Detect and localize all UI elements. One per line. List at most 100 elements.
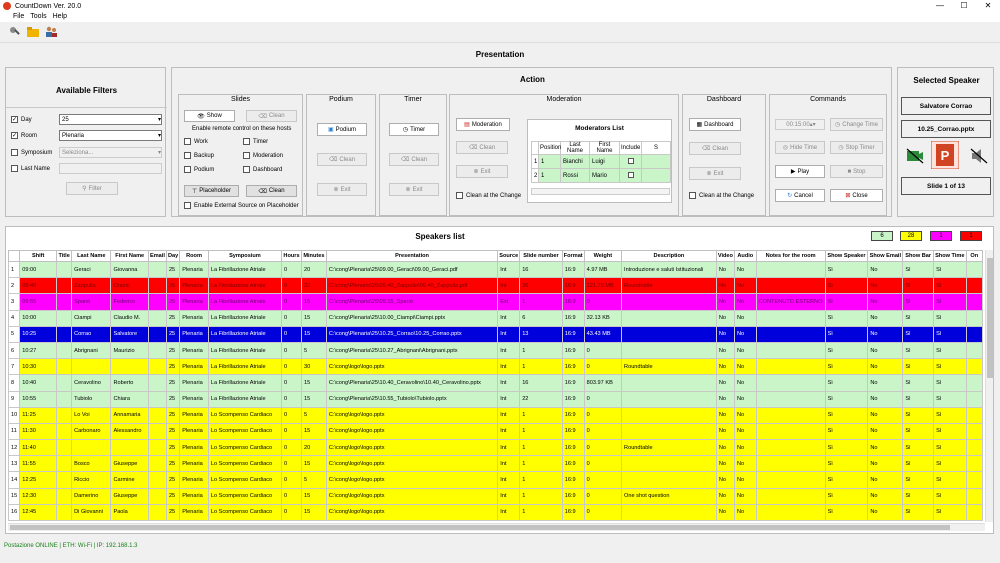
column-header[interactable]: First Name <box>110 250 149 262</box>
column-header[interactable]: Show Speaker <box>824 250 869 262</box>
table-row[interactable]: 15 12:30 Damerino Giuseppe 25 Plenaria Lo Scom… <box>8 487 983 505</box>
day-checkbox[interactable]: ✓ Day <box>11 116 32 123</box>
dashboard-exit-button[interactable]: ⊗ Exit <box>689 167 741 180</box>
column-header[interactable]: Description <box>621 250 717 262</box>
host-timer-checkbox[interactable]: Timer <box>243 138 268 145</box>
slides-clean-button[interactable]: ⌫ Clean <box>246 110 297 122</box>
moderator-row[interactable]: 2 1 Rossi Mario <box>531 168 671 183</box>
table-row[interactable]: 10 11:25 Lo Voi Annamaria 25 Plenaria Lo Scomp… <box>8 406 983 424</box>
column-header[interactable]: Room <box>179 250 209 262</box>
maximize-button[interactable]: ☐ <box>952 0 976 12</box>
filter-button[interactable]: ⚲ Filter <box>66 182 118 195</box>
column-header[interactable]: Presentation <box>325 250 499 262</box>
column-header[interactable]: Format <box>561 250 585 262</box>
stop-button[interactable]: ■ Stop <box>830 165 883 178</box>
table-row[interactable]: 16 12:45 Di Giovanni Paola 25 Plenaria Lo Scom… <box>8 503 983 522</box>
menu-tools[interactable]: Tools <box>30 12 46 22</box>
column-header[interactable] <box>8 250 21 262</box>
moderators-scrollbar[interactable] <box>531 188 670 195</box>
symposium-checkbox[interactable]: Symposium <box>11 149 52 156</box>
table-row[interactable]: 5 10:25 Corrao Salvatore 25 Plenaria La Fibril… <box>8 325 983 343</box>
moderation-clean-change-checkbox[interactable]: Clean at the Change <box>456 192 521 199</box>
column-header[interactable]: Slide number <box>519 250 563 262</box>
host-work-checkbox[interactable]: Work <box>184 138 208 145</box>
column-header[interactable]: Hours <box>281 250 302 262</box>
podium-clean-button[interactable]: ⌫ Clean <box>317 153 367 166</box>
table-row[interactable]: 11 11:30 Carbonaro Alessandro 25 Plenaria Lo S… <box>8 422 983 441</box>
timer-clean-button[interactable]: ⌫ Clean <box>389 153 439 166</box>
table-row[interactable]: 7 10:30 25 Plenaria La Fibrillazione Atriale… <box>8 358 983 376</box>
dashboard-clean-change-checkbox[interactable]: Clean at the Change <box>689 192 754 199</box>
stop-timer-button[interactable]: ◷ Stop Timer <box>830 141 883 154</box>
cancel-button[interactable]: ↻ Cancel <box>775 189 825 202</box>
table-row[interactable]: 12 11:40 25 Plenaria Lo Scompenso Cardiaco 0 2… <box>8 439 983 457</box>
column-header[interactable]: Notes for the room <box>755 250 826 262</box>
table-row[interactable]: 3 09:55 Spanò Federico 25 Plenaria La Fibrilla… <box>8 293 983 311</box>
column-header[interactable]: Show Email <box>867 250 904 262</box>
table-row[interactable]: 13 11:55 Bosco Giuseppe 25 Plenaria Lo Scompen… <box>8 455 983 473</box>
column-header[interactable]: Audio <box>733 250 757 262</box>
host-moderation-checkbox[interactable]: Moderation <box>243 152 283 159</box>
menu-help[interactable]: Help <box>53 12 67 22</box>
column-header[interactable]: Source <box>497 250 521 262</box>
users-icon[interactable] <box>45 26 57 38</box>
column-header[interactable]: Weight <box>583 250 623 262</box>
host-dashboard-checkbox[interactable]: Dashboard <box>243 166 282 173</box>
menu-file[interactable]: File <box>13 12 24 22</box>
column-header[interactable]: Minutes <box>300 250 327 262</box>
moderators-column-header[interactable] <box>531 141 539 155</box>
hide-time-button[interactable]: ◎ Hide Time <box>775 141 825 154</box>
table-row[interactable]: 1 09:00 Geraci Giovanna 25 Plenaria La Fibrill… <box>8 260 983 279</box>
column-header[interactable]: Show Time <box>933 250 967 262</box>
table-row[interactable]: 6 10:27 Abrignani Maurizio 25 Plenaria La Fibr… <box>8 341 983 360</box>
host-backup-checkbox[interactable]: Backup <box>184 152 214 159</box>
dashboard-clean-button[interactable]: ⌫ Clean <box>689 142 741 155</box>
show-button[interactable]: 👁 Show <box>184 110 235 122</box>
change-time-button[interactable]: ◷ Change Time <box>830 118 883 131</box>
column-header[interactable]: Title <box>56 250 73 262</box>
external-source-checkbox[interactable]: Enable External Source on Placeholder <box>184 202 299 209</box>
table-row[interactable]: 14 12:25 Riccio Carmine 25 Plenaria Lo Scompen… <box>8 471 983 489</box>
column-header[interactable]: Shift <box>19 250 58 262</box>
vertical-scrollbar[interactable] <box>985 250 993 522</box>
include-checkbox-cell[interactable] <box>619 154 642 169</box>
column-header[interactable]: Symposium <box>207 250 283 262</box>
table-row[interactable]: 9 10:55 Tubiolo Chiara 25 Plenaria La Fibrilla… <box>8 390 983 408</box>
last-name-input[interactable] <box>59 163 162 174</box>
column-header[interactable]: Email <box>147 250 167 262</box>
moderators-column-header[interactable]: Include <box>619 141 642 155</box>
minimize-button[interactable]: — <box>928 0 952 12</box>
timer-button[interactable]: ◷ Timer <box>389 123 439 136</box>
column-header[interactable]: On <box>965 250 983 262</box>
column-header[interactable]: Day <box>165 250 181 262</box>
moderators-column-header[interactable]: Last Name <box>560 141 590 155</box>
moderator-row[interactable]: 1 1 Bianchi Luigi <box>531 154 671 169</box>
folder-icon[interactable] <box>27 26 39 38</box>
table-row[interactable]: 8 10:40 Ceravolino Roberto 25 Plenaria La Fibr… <box>8 374 983 392</box>
column-header[interactable]: Show Bar <box>902 250 935 262</box>
timer-exit-button[interactable]: ⊗ Exit <box>389 183 439 196</box>
moderators-column-header[interactable]: Position <box>538 141 561 155</box>
audio-off-icon[interactable] <box>970 147 988 165</box>
room-checkbox[interactable]: ✓ Room <box>11 132 37 139</box>
podium-exit-button[interactable]: ⊗ Exit <box>317 183 367 196</box>
close-button[interactable]: ⊠ Close <box>830 189 883 202</box>
horizontal-scrollbar[interactable] <box>8 523 985 531</box>
moderation-button[interactable]: ▤ Moderation <box>456 118 510 131</box>
time-input[interactable]: 00:15:00 ▴▾ <box>775 119 825 130</box>
column-header[interactable]: Video <box>715 250 735 262</box>
table-row[interactable]: 2 09:40 Zappulla Orazio 25 Plenaria La Fibrill… <box>8 277 983 295</box>
close-window-button[interactable]: ✕ <box>976 0 1000 12</box>
include-checkbox-cell[interactable] <box>619 168 642 183</box>
play-button[interactable]: ▶ Play <box>775 165 825 178</box>
tools-icon[interactable] <box>9 26 21 38</box>
podium-button[interactable]: ▣ Podium <box>317 123 367 136</box>
moderation-exit-button[interactable]: ⊗ Exit <box>456 165 508 178</box>
room-select[interactable]: Plenaria ▾ <box>59 130 162 141</box>
video-off-icon[interactable] <box>906 147 924 165</box>
moderators-column-header[interactable]: S <box>641 141 671 155</box>
column-header[interactable]: Last Name <box>71 250 112 262</box>
table-row[interactable]: 4 10:00 Ciampi Claudio M. 25 Plenaria La Fibri… <box>8 309 983 327</box>
host-podium-checkbox[interactable]: Podium <box>184 166 214 173</box>
day-select[interactable]: 25 ▾ <box>59 114 162 125</box>
